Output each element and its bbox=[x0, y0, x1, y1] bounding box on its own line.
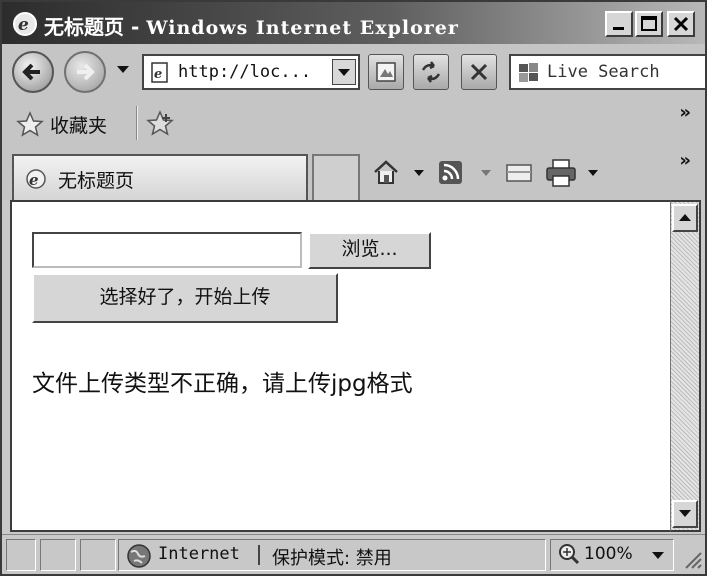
read-mail-icon[interactable] bbox=[505, 160, 533, 186]
status-bar: Internet 保护模式: 禁用 100% bbox=[2, 534, 705, 574]
dropdown-arrow-icon[interactable] bbox=[117, 66, 129, 74]
zoom-level: 100% bbox=[584, 544, 633, 564]
tab-title: 无标题页 bbox=[58, 170, 135, 192]
favorites-overflow-chevron[interactable]: » bbox=[679, 102, 691, 123]
scroll-up-arrow-icon bbox=[679, 214, 691, 221]
forward-button[interactable] bbox=[64, 51, 106, 93]
command-bar-overflow-chevron[interactable]: » bbox=[679, 150, 691, 171]
close-button[interactable] bbox=[667, 11, 695, 37]
print-icon[interactable] bbox=[545, 158, 577, 188]
vertical-scrollbar[interactable] bbox=[670, 200, 701, 532]
search-box[interactable]: Live Search bbox=[509, 54, 705, 90]
svg-text:e: e bbox=[18, 15, 29, 35]
globe-icon bbox=[127, 544, 151, 568]
maximize-icon bbox=[641, 16, 657, 31]
back-button[interactable] bbox=[12, 51, 54, 93]
feeds-dropdown-icon[interactable] bbox=[481, 170, 491, 177]
page-content: 浏览... 选择好了，开始上传 文件上传类型不正确，请上传jpg格式 bbox=[10, 200, 670, 532]
zoom-icon bbox=[559, 544, 580, 565]
home-dropdown-icon[interactable] bbox=[414, 170, 424, 177]
page-icon: e bbox=[151, 62, 168, 83]
zoom-dropdown-icon[interactable] bbox=[652, 552, 664, 560]
status-divider bbox=[258, 545, 260, 565]
address-url: http://loc... bbox=[178, 62, 312, 82]
title-separator: - bbox=[130, 15, 140, 39]
status-pane bbox=[80, 539, 116, 571]
maximize-button[interactable] bbox=[635, 11, 663, 37]
ie-logo-icon: e bbox=[12, 11, 38, 37]
status-pane bbox=[40, 539, 76, 571]
add-favorite-icon[interactable] bbox=[146, 110, 176, 136]
address-toolbar: e http://loc... Live Search bbox=[2, 44, 705, 100]
ie-page-icon: e bbox=[26, 169, 46, 189]
security-zone-label: Internet bbox=[158, 544, 240, 564]
address-dropdown-button[interactable] bbox=[332, 59, 356, 85]
resize-grip-icon[interactable] bbox=[682, 549, 702, 569]
status-pane bbox=[6, 539, 36, 571]
close-icon bbox=[673, 16, 689, 32]
search-placeholder: Live Search bbox=[547, 62, 660, 82]
scroll-down-button[interactable] bbox=[672, 500, 698, 528]
scroll-up-button[interactable] bbox=[672, 204, 698, 232]
upload-error-message: 文件上传类型不正确，请上传jpg格式 bbox=[32, 371, 413, 397]
address-bar[interactable]: e http://loc... bbox=[142, 54, 360, 90]
start-upload-button[interactable]: 选择好了，开始上传 bbox=[32, 273, 338, 323]
refresh-button[interactable] bbox=[413, 54, 449, 90]
new-tab-button[interactable] bbox=[312, 154, 360, 200]
app-name: Windows Internet Explorer bbox=[146, 17, 459, 39]
ie-window: e 无标题页 - Windows Internet Explorer e htt… bbox=[0, 0, 707, 576]
forward-arrow-icon bbox=[77, 63, 95, 81]
tab-bar: e 无标题页 » bbox=[2, 146, 705, 200]
live-search-icon bbox=[519, 63, 538, 82]
svg-text:e: e bbox=[154, 67, 162, 82]
stop-button[interactable] bbox=[461, 54, 497, 90]
minimize-button[interactable] bbox=[605, 11, 633, 37]
minimize-icon bbox=[613, 27, 624, 30]
print-dropdown-icon[interactable] bbox=[588, 170, 598, 177]
compatibility-view-button[interactable] bbox=[368, 54, 404, 90]
window-title: 无标题页 - Windows Internet Explorer bbox=[44, 11, 459, 40]
browse-button[interactable]: 浏览... bbox=[308, 232, 431, 269]
home-icon[interactable] bbox=[372, 158, 400, 186]
scroll-down-arrow-icon bbox=[679, 510, 691, 517]
tab-current[interactable]: e 无标题页 bbox=[12, 154, 308, 200]
file-path-input[interactable] bbox=[32, 232, 302, 268]
title-bar: e 无标题页 - Windows Internet Explorer bbox=[2, 2, 705, 44]
protected-mode-label: 保护模式: 禁用 bbox=[272, 548, 392, 569]
refresh-icon bbox=[421, 61, 441, 83]
toolbar-divider bbox=[136, 106, 138, 140]
svg-text:e: e bbox=[29, 171, 39, 189]
back-arrow-icon bbox=[22, 63, 40, 81]
compatibility-icon bbox=[376, 62, 396, 82]
dropdown-arrow-icon bbox=[338, 69, 350, 76]
favorites-button[interactable]: 收藏夹 bbox=[50, 111, 107, 138]
favorites-bar: 收藏夹 » bbox=[2, 100, 705, 146]
stop-icon bbox=[470, 63, 488, 81]
favorites-star-icon bbox=[16, 111, 44, 137]
feeds-icon[interactable] bbox=[438, 160, 464, 186]
page-title-text: 无标题页 bbox=[44, 15, 124, 39]
